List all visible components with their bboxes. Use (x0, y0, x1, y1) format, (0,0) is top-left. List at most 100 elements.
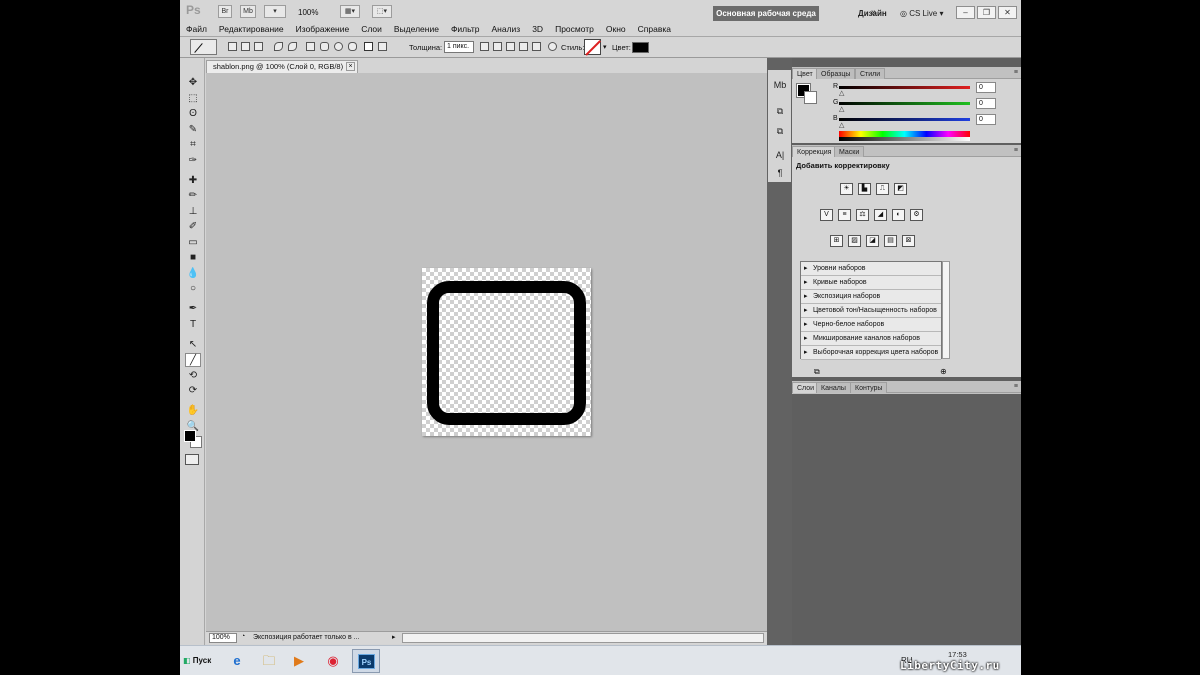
gradient-tool-icon[interactable]: ■ (185, 251, 201, 265)
3d-orbit-tool-icon[interactable]: ⟳ (185, 384, 201, 398)
adjustment-row2-1-icon[interactable]: ≡ (838, 209, 851, 221)
media-player-icon[interactable]: ▶ (288, 651, 310, 671)
new-layer-mode-icon[interactable] (480, 42, 489, 51)
exclude-mode-icon[interactable] (532, 42, 541, 51)
style-dropdown-icon[interactable]: ▾ (603, 43, 607, 51)
preset-item[interactable]: Цветовой тон/Насыщенность наборов (801, 304, 941, 318)
freeform-pen-icon[interactable] (288, 42, 297, 51)
start-button[interactable]: ◧ Пуск (180, 652, 216, 670)
slider-knob-g[interactable]: △ (839, 105, 844, 113)
hand-tool-icon[interactable]: ✋ (185, 404, 201, 418)
minibridge-button[interactable]: Mb (240, 5, 256, 18)
minibridge-panel-icon[interactable]: Mb (772, 78, 788, 92)
history-panel-icon[interactable]: ⧉ (772, 104, 788, 118)
layers-menu-icon[interactable]: ≡ (1014, 383, 1018, 390)
adjustment-row1-2-icon[interactable]: ⎍ (876, 183, 889, 195)
clock[interactable]: 17:53 (948, 650, 967, 659)
adjustment-row2-2-icon[interactable]: ⚖ (856, 209, 869, 221)
bridge-button[interactable]: Br (218, 5, 232, 18)
marquee-tool-icon[interactable]: ⬚ (185, 92, 201, 106)
ie-icon[interactable]: e (226, 651, 248, 671)
panel-menu-icon[interactable]: ≡ (1014, 69, 1018, 76)
adjustment-row3-4-icon[interactable]: ⊠ (902, 235, 915, 247)
paths-icon[interactable] (241, 42, 250, 51)
cs-live-button[interactable]: ◎ CS Live ▾ (900, 9, 943, 18)
menu-file[interactable]: Файл (186, 24, 207, 36)
rectangle-shape-icon[interactable] (306, 42, 315, 51)
adjustments-menu-icon[interactable]: ≡ (1014, 147, 1018, 154)
tab-color[interactable]: Цвет (792, 68, 818, 79)
close-button[interactable]: ✕ (998, 6, 1017, 19)
slider-value-g[interactable]: 0 (976, 98, 996, 109)
zoom-level[interactable]: 100% (298, 8, 318, 17)
3d-rotate-tool-icon[interactable]: ⟲ (185, 369, 201, 383)
lasso-tool-icon[interactable]: ʘ (185, 107, 201, 121)
adjustment-row1-3-icon[interactable]: ◩ (894, 183, 907, 195)
menu-filter[interactable]: Фильтр (451, 24, 480, 36)
presets-scrollbar[interactable] (942, 261, 950, 359)
document-tab[interactable]: shablon.png @ 100% (Слой 0, RGB/8) × (206, 60, 358, 73)
type-tool-icon[interactable]: T (185, 318, 201, 332)
tab-swatches[interactable]: Образцы (816, 68, 856, 79)
quick-mask-icon[interactable] (185, 454, 199, 465)
status-menu-arrow[interactable]: ▸ (392, 633, 396, 641)
menu-help[interactable]: Справка (638, 24, 671, 36)
menu-analysis[interactable]: Анализ (492, 24, 521, 36)
intersect-mode-icon[interactable] (519, 42, 528, 51)
adjustment-row2-4-icon[interactable]: ◐ (892, 209, 905, 221)
workspace-essentials-button[interactable]: Основная рабочая среда (713, 6, 819, 21)
add-mode-icon[interactable] (493, 42, 502, 51)
preset-item[interactable]: Экспозиция наборов (801, 290, 941, 304)
menu-edit[interactable]: Редактирование (219, 24, 284, 36)
tab-channels[interactable]: Каналы (816, 382, 851, 393)
document-canvas[interactable] (422, 268, 591, 436)
shape-layers-icon[interactable] (228, 42, 237, 51)
canvas-area[interactable] (206, 73, 767, 631)
preset-item[interactable]: Выборочная коррекция цвета наборов (801, 346, 941, 360)
slider-track-b[interactable] (839, 118, 970, 121)
color-spectrum-bar[interactable] (839, 131, 970, 141)
photoshop-taskbar-button[interactable]: Ps (352, 649, 380, 673)
explorer-icon[interactable]: 🗀 (258, 651, 280, 671)
pen-tool-icon[interactable]: ✒ (185, 302, 201, 316)
quick-select-tool-icon[interactable]: ✎ (185, 123, 201, 137)
fill-pixels-icon[interactable] (254, 42, 263, 51)
arrange-docs-button[interactable]: ▦▾ (340, 5, 360, 18)
crop-tool-icon[interactable]: ⌗ (185, 138, 201, 152)
menu-layer[interactable]: Слои (361, 24, 382, 36)
custom-shape-icon[interactable] (378, 42, 387, 51)
adjustment-row2-3-icon[interactable]: ◢ (874, 209, 887, 221)
spot-heal-tool-icon[interactable]: ✚ (185, 174, 201, 188)
actions-panel-icon[interactable]: ⧉ (772, 124, 788, 138)
dodge-tool-icon[interactable]: ○ (185, 282, 201, 296)
path-select-tool-icon[interactable]: ↖ (185, 338, 201, 352)
thickness-input[interactable]: 1 пикс. (444, 41, 474, 53)
slider-knob-r[interactable]: △ (839, 89, 844, 97)
preset-item[interactable]: Кривые наборов (801, 276, 941, 290)
chrome-icon[interactable]: ◉ (322, 651, 344, 671)
tab-paths[interactable]: Контуры (850, 382, 888, 393)
menu-select[interactable]: Выделение (394, 24, 439, 36)
minimize-button[interactable]: – (956, 6, 975, 19)
blur-tool-icon[interactable]: 💧 (185, 267, 201, 281)
move-tool-icon[interactable]: ✥ (185, 76, 201, 90)
foreground-color-icon[interactable] (184, 430, 196, 442)
preset-item[interactable]: Черно-белое наборов (801, 318, 941, 332)
tab-styles[interactable]: Стили (855, 68, 886, 79)
return-to-list-icon[interactable]: ⧉ (814, 367, 820, 377)
character-panel-icon[interactable]: A| (772, 148, 788, 162)
polygon-shape-icon[interactable] (348, 42, 357, 51)
preset-item[interactable]: Уровни наборов (801, 262, 941, 276)
line-shape-icon[interactable] (364, 42, 373, 51)
tab-masks[interactable]: Маски (834, 146, 865, 157)
color-swatch[interactable] (632, 42, 649, 53)
tab-adjustments[interactable]: Коррекция (792, 146, 837, 157)
subtract-mode-icon[interactable] (506, 42, 515, 51)
tab-layers[interactable]: Слои (792, 382, 820, 393)
style-picker[interactable] (584, 39, 601, 55)
rounded-rectangle-icon[interactable] (320, 42, 329, 51)
adjustment-row3-3-icon[interactable]: ▤ (884, 235, 897, 247)
slider-value-b[interactable]: 0 (976, 114, 996, 125)
adjustment-row3-2-icon[interactable]: ◪ (866, 235, 879, 247)
clone-stamp-tool-icon[interactable]: ⊥ (185, 205, 201, 219)
